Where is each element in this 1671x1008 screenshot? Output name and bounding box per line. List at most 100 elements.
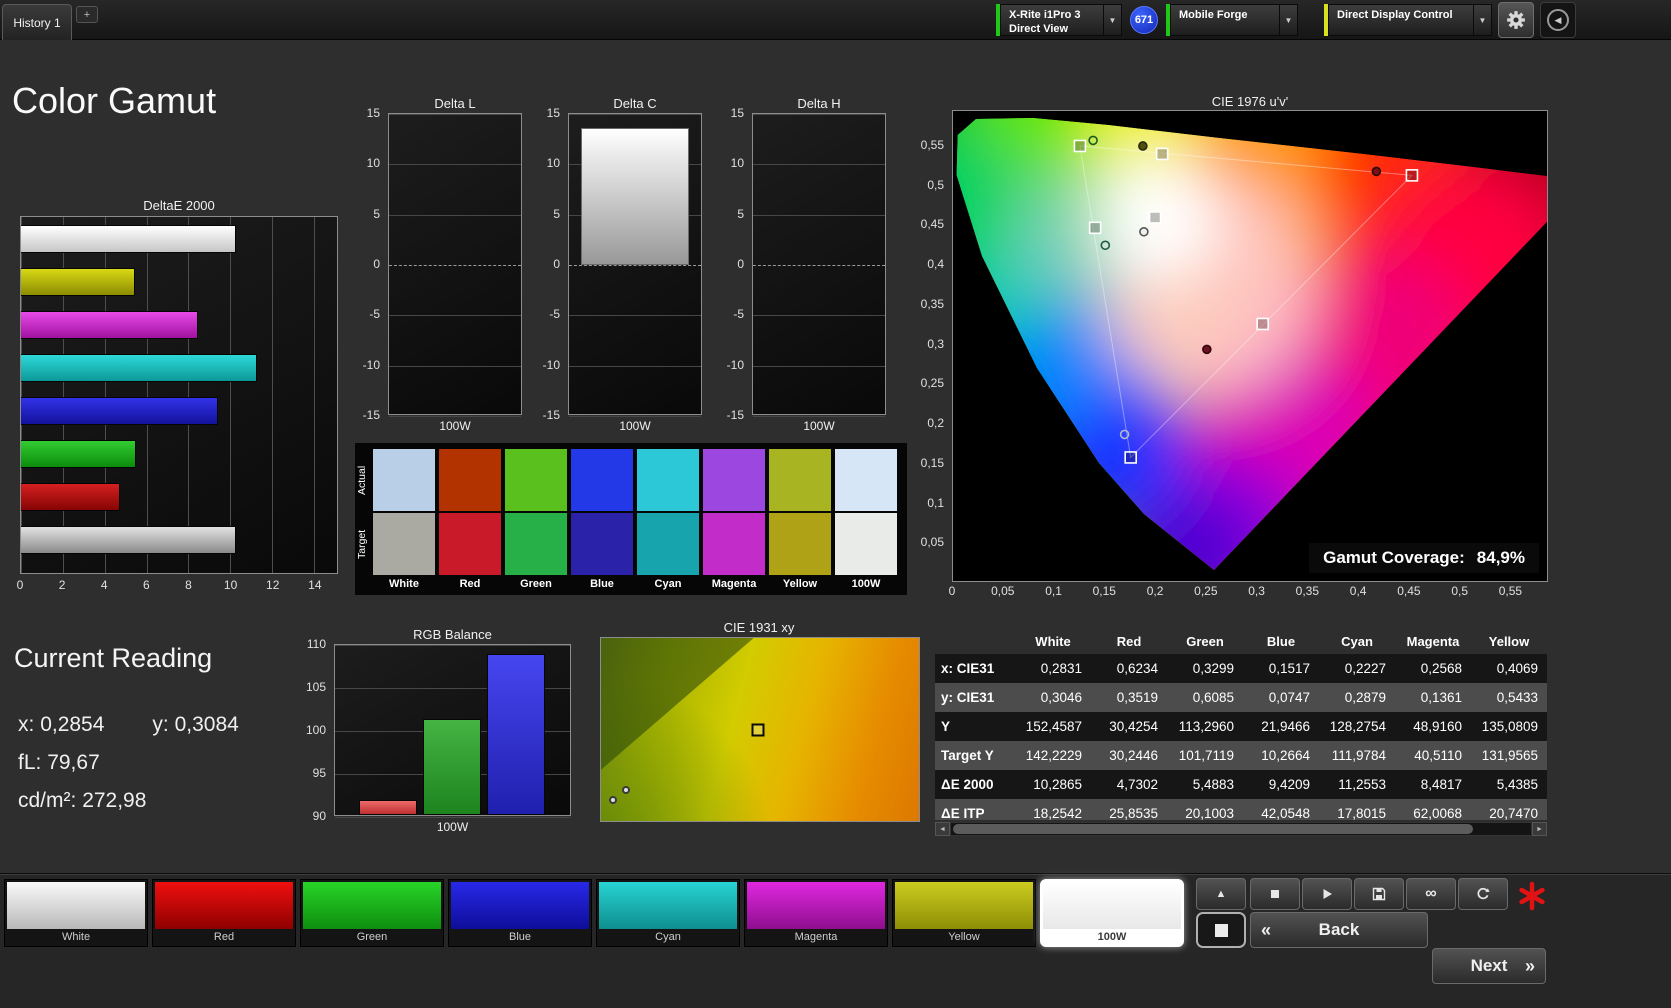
delta-l-chart: Delta L 151050-5-10-15 100W [362,96,522,436]
cd-label: cd/m²: [18,789,76,812]
deltae-x-tick-label: 8 [176,578,200,592]
nav-up-button[interactable]: ▲ [1196,878,1246,910]
table-cell: 42,0548 [1243,799,1319,820]
pattern-button-label: 100W [1041,931,1183,943]
table-row: ΔE ITP18,254225,853520,100342,054817,801… [935,799,1547,820]
cie-y-tick-label: 0,2 [914,416,944,430]
stop-button[interactable] [1250,878,1300,910]
pattern-button-green[interactable]: Green [300,879,444,947]
pattern-button-white[interactable]: White [4,879,148,947]
pattern-swatch [7,882,145,929]
next-button[interactable]: Next » [1432,948,1546,984]
scrollbar-thumb[interactable] [953,824,1473,834]
results-table: WhiteRedGreenBlueCyanMagentaYellow x: CI… [935,628,1547,820]
delta-h-title: Delta H [752,96,886,112]
history-tab[interactable]: History 1 [2,4,72,40]
table-header-row: WhiteRedGreenBlueCyanMagentaYellow [935,628,1547,654]
rgb-balance-plot-area [334,644,571,816]
table-cell: 10,2664 [1243,741,1319,770]
pattern-button-magenta[interactable]: Magenta [744,879,888,947]
measuring-indicator [1514,878,1550,914]
add-tab-button[interactable]: + [76,6,98,23]
target-swatch-white [373,513,435,575]
delta-h-plot-area [752,113,886,415]
gridline [389,416,521,417]
save-button[interactable] [1354,878,1404,910]
cie-y-tick-label: 0,05 [914,535,944,549]
pattern-button-blue[interactable]: Blue [448,879,592,947]
gridline [753,114,885,115]
pattern-window-button[interactable] [1196,912,1246,948]
rgb-bar-red [359,800,417,815]
back-button[interactable]: « Back [1250,912,1428,948]
table-cell: 62,0068 [1395,799,1471,820]
gridline [753,164,885,165]
deltae-bar-cyan [21,354,257,382]
table-cell: 0,2568 [1395,654,1471,683]
y-tick-label: -10 [362,358,380,372]
deltae-x-tick-label: 4 [92,578,116,592]
y-tick-label: 100 [306,723,326,737]
deltae-x-tick-label: 2 [50,578,74,592]
scrollbar-track[interactable] [950,822,1532,836]
table-row-label: ΔE 2000 [935,770,1015,799]
actual-row-label: Actual [356,449,370,511]
play-button[interactable] [1302,878,1352,910]
cie-y-tick-label: 0,45 [914,217,944,231]
table-cell: 0,3519 [1091,683,1167,712]
rgb-balance-title: RGB Balance [334,627,571,643]
refresh-button[interactable] [1458,878,1508,910]
gear-icon [1506,10,1526,30]
settings-button[interactable] [1498,2,1534,38]
gridline [569,416,701,417]
scroll-left-button[interactable]: ◄ [935,822,950,836]
swatch-label: White [373,577,435,591]
app-root: History 1 + X-Rite i1Pro 3 Direct View ▼… [0,0,1671,1008]
table-cell: 0,5433 [1471,683,1547,712]
meter-dropdown[interactable]: X-Rite i1Pro 3 Direct View ▼ [1000,4,1122,36]
gamut-coverage-readout: Gamut Coverage: 84,9% [1309,543,1539,573]
gridline [753,215,885,216]
display-control-dropdown[interactable]: Direct Display Control ▼ [1328,4,1492,36]
cie1931-title: CIE 1931 xy [598,620,920,636]
pattern-button-label: Cyan [597,931,739,943]
meter-device-mode: Direct View [1009,22,1095,36]
deltae-x-tick-label: 10 [219,578,243,592]
pattern-source-dropdown[interactable]: Mobile Forge ▼ [1170,4,1298,36]
table-cell: 10,2865 [1015,770,1091,799]
rgb-balance-chart: RGB Balance 1101051009590 100W [306,627,576,839]
deltae-gridline [188,217,189,573]
table-cell: 5,4883 [1167,770,1243,799]
cie-x-tick-label: 0,2 [1143,584,1167,598]
target-swatch-cyan [637,513,699,575]
swatch-column: Blue [571,449,633,591]
y-tick-label: 110 [306,637,326,651]
scroll-right-button[interactable]: ► [1532,822,1547,836]
infinity-icon: ∞ [1425,885,1436,903]
pattern-button-label: Yellow [893,931,1035,943]
collapse-panel-button[interactable]: ◀ [1540,2,1576,38]
target-swatch-blue [571,513,633,575]
fl-label: fL: [18,751,41,774]
pattern-button-cyan[interactable]: Cyan [596,879,740,947]
history-tab-label: History 1 [13,16,60,30]
display-control-label: Direct Display Control [1329,5,1473,35]
table-cell: 18,2542 [1015,799,1091,820]
continuous-measure-button[interactable]: ∞ [1406,878,1456,910]
deltae-gridline [272,217,273,573]
square-icon [1215,924,1228,937]
deltae-bar-magenta [21,311,198,339]
red-measured-marker [1372,167,1380,175]
delta-c-x-label: 100W [568,419,702,433]
swatch-column: Red [439,449,501,591]
pattern-button-100w[interactable]: 100W [1040,879,1184,947]
table-row: ΔE 200010,28654,73025,48839,420911,25538… [935,770,1547,799]
measurement-count-badge: 671 [1130,6,1158,34]
cie1931-plot-area [600,637,920,822]
table-cell: 113,2960 [1167,712,1243,741]
pattern-button-red[interactable]: Red [152,879,296,947]
pattern-button-yellow[interactable]: Yellow [892,879,1036,947]
delta-l-title: Delta L [388,96,522,112]
deltae-bar-white [21,225,236,253]
y-label: y: [152,713,168,736]
